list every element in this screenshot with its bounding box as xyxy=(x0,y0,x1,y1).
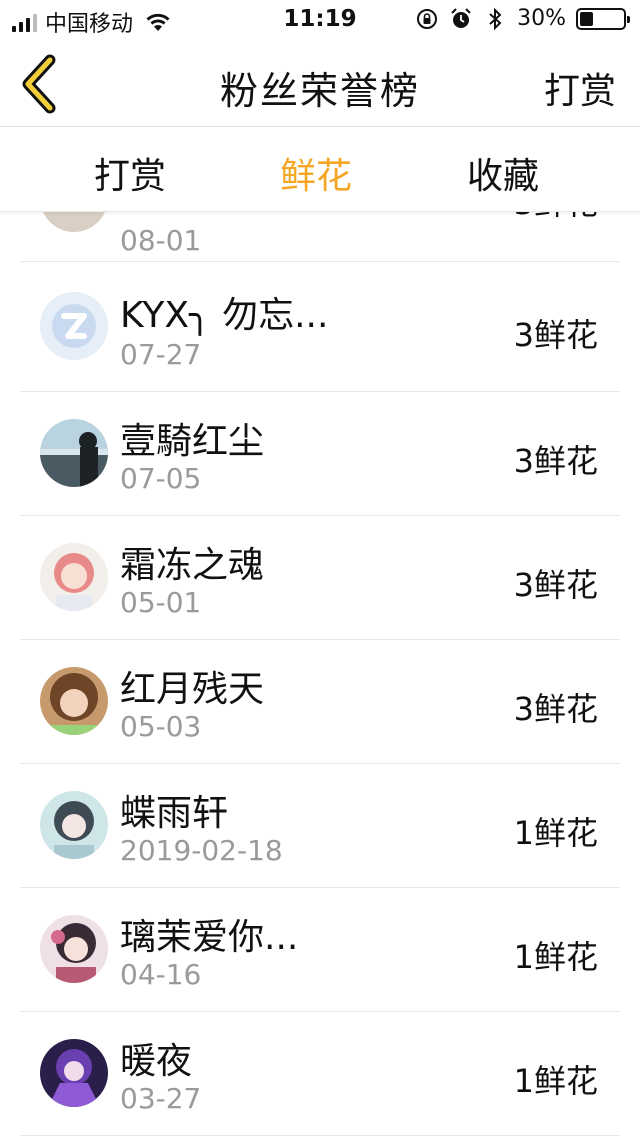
anime-character-avatar xyxy=(40,915,108,983)
list-item-name: 璃茉爱你... xyxy=(120,917,299,958)
list-item-name: KYX╮ 勿忘... xyxy=(120,295,329,336)
tab-reward[interactable]: 打赏 xyxy=(94,147,166,199)
list-item-date: 08-01 xyxy=(120,224,202,257)
girl-portrait-avatar xyxy=(40,667,108,735)
list-item[interactable]: 红月残天 05-03 3鲜花 xyxy=(20,640,620,764)
status-right: 30% xyxy=(415,6,630,31)
list-item-amount: 3鲜花 xyxy=(513,442,598,480)
anime-girl-avatar xyxy=(40,791,108,859)
list-item-amount: 3鲜花 xyxy=(513,316,598,354)
tab-favorites[interactable]: 收藏 xyxy=(467,147,539,199)
list-item-amount: 1鲜花 xyxy=(513,1062,598,1100)
list-item[interactable]: KYX╮ 勿忘... 07-27 3鲜花 xyxy=(20,262,620,392)
list-item[interactable]: 蝶雨轩 2019-02-18 1鲜花 xyxy=(20,764,620,888)
list-item-date: 07-27 xyxy=(120,338,202,371)
list-item-date: 2019-02-18 xyxy=(120,834,283,867)
purple-character-avatar xyxy=(40,1039,108,1107)
battery-icon xyxy=(576,7,630,30)
battery-fill xyxy=(580,11,593,26)
list-item-amount: 3鲜花 xyxy=(514,212,598,224)
reward-button[interactable]: 打赏 xyxy=(544,62,616,114)
list-item-name: 暖夜 xyxy=(120,1041,193,1082)
status-bar: 中国移动 11:19 30% xyxy=(0,0,640,40)
tab-bar: 打赏 鲜花 收藏 xyxy=(0,127,640,212)
qq-default-avatar xyxy=(40,292,108,360)
bluetooth-icon xyxy=(489,7,502,30)
alarm-icon xyxy=(451,7,471,28)
list-item[interactable]: 霜冻之魂 05-01 3鲜花 xyxy=(20,516,620,640)
avatar xyxy=(40,212,108,232)
list-item[interactable]: 暖夜 03-27 1鲜花 xyxy=(20,1012,620,1136)
list-item-amount: 3鲜花 xyxy=(513,690,598,728)
list-item-name: 蝶雨轩 xyxy=(120,793,229,834)
silhouette-photo-avatar xyxy=(40,419,108,487)
list-item[interactable]: 璃茉爱你... 04-16 1鲜花 xyxy=(20,888,620,1012)
list-item-date: 05-03 xyxy=(120,710,202,743)
list-item[interactable]: 壹騎红尘 07-05 3鲜花 xyxy=(20,392,620,516)
list-item-amount: 3鲜花 xyxy=(513,566,598,604)
tab-flowers[interactable]: 鲜花 xyxy=(280,147,352,199)
list-item-partial[interactable]: 08-01 3鲜花 xyxy=(20,212,620,262)
list-item-amount: 1鲜花 xyxy=(513,814,598,852)
nav-bar: 粉丝荣誉榜 打赏 xyxy=(0,40,640,127)
list-item-name: 红月残天 xyxy=(120,669,265,710)
rotation-lock-icon xyxy=(417,8,438,29)
list-item-name: 霜冻之魂 xyxy=(120,545,265,586)
pink-hair-girl-avatar xyxy=(40,543,108,611)
list-item-name: 壹騎红尘 xyxy=(120,421,265,462)
list-item-date: 03-27 xyxy=(120,1082,202,1115)
list-item-amount: 1鲜花 xyxy=(513,938,598,976)
fan-list: 08-01 3鲜花 KYX╮ 勿忘... 07-27 3鲜花 壹騎红尘 xyxy=(0,212,640,1136)
list-item-date: 04-16 xyxy=(120,958,202,991)
list-item-date: 07-05 xyxy=(120,462,202,495)
list-item-date: 05-01 xyxy=(120,586,202,619)
battery-percent: 30% xyxy=(517,6,566,31)
